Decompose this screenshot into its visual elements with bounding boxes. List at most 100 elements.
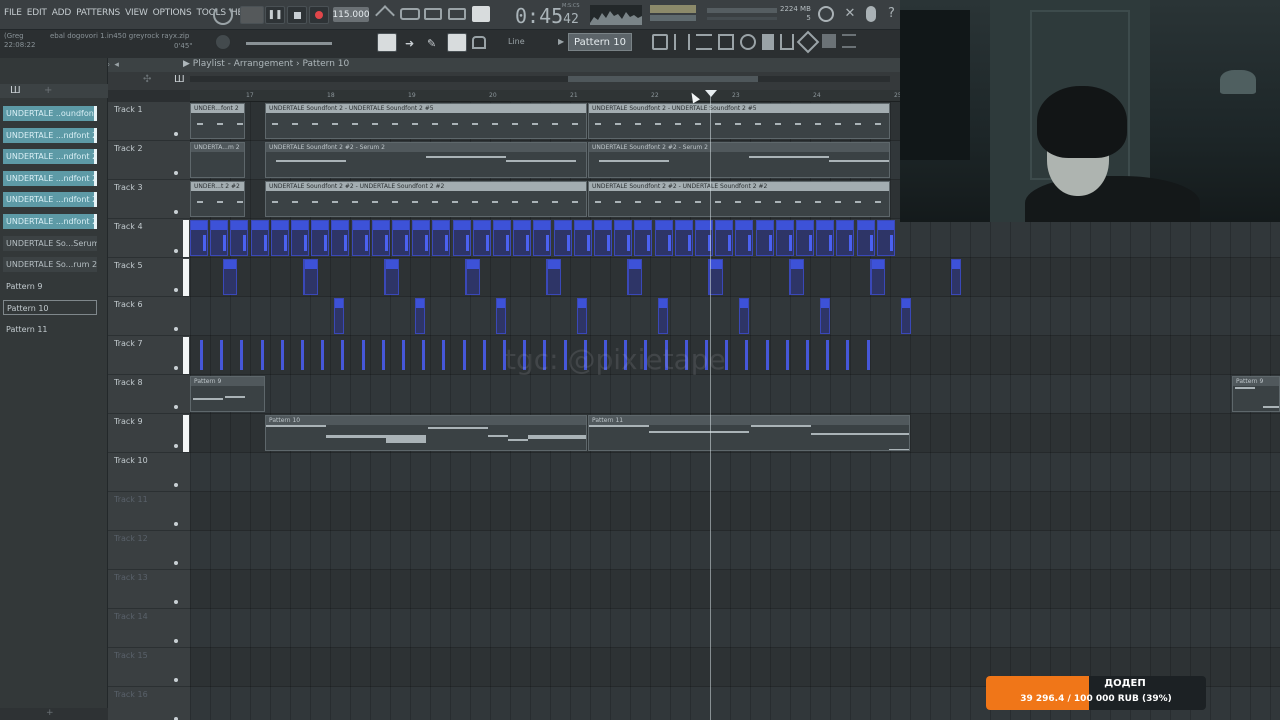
menu-view[interactable]: VIEW xyxy=(125,8,148,18)
drum-clip[interactable] xyxy=(392,220,410,256)
drum-clip[interactable] xyxy=(352,220,370,256)
drum-clip[interactable] xyxy=(496,298,506,334)
audio-clip[interactable]: UNDER...t 2 #2 xyxy=(190,181,245,217)
picker-item[interactable]: UNDERTALE So...rum 2 #2 xyxy=(3,257,97,273)
track-lane[interactable] xyxy=(190,531,1280,570)
drum-clip[interactable] xyxy=(877,220,895,256)
drum-clip[interactable] xyxy=(453,220,471,256)
drum-clip[interactable] xyxy=(836,220,854,256)
drum-clip[interactable] xyxy=(466,259,480,295)
scrollbar-thumb[interactable] xyxy=(568,76,758,82)
audio-clip[interactable]: UNDERTALE Soundfont 2 #2 - Serum 2 xyxy=(588,142,890,178)
drum-clip[interactable] xyxy=(385,259,399,295)
track-mute-toggle[interactable] xyxy=(174,132,178,136)
mixer-icon[interactable] xyxy=(674,34,690,50)
track-mute-toggle[interactable] xyxy=(174,522,178,526)
audio-clip[interactable]: UNDERTALE Soundfont 2 - UNDERTALE Soundf… xyxy=(588,103,890,139)
menu-add[interactable]: ADD xyxy=(52,8,72,18)
audio-clip[interactable]: UNDERTALE Soundfont 2 #2 - UNDERTALE Sou… xyxy=(588,181,890,217)
playlist-icon[interactable] xyxy=(696,34,712,50)
track-mute-toggle[interactable] xyxy=(174,639,178,643)
drum-clip[interactable] xyxy=(951,259,961,295)
drum-clip[interactable] xyxy=(334,298,344,334)
drum-clip[interactable] xyxy=(415,298,425,334)
drum-clip[interactable] xyxy=(372,220,390,256)
drum-clip[interactable] xyxy=(493,220,511,256)
track-mute-toggle[interactable] xyxy=(174,405,178,409)
picker-item[interactable]: Pattern 9 xyxy=(3,279,97,294)
drum-clip[interactable] xyxy=(735,220,753,256)
drum-clip[interactable] xyxy=(473,220,491,256)
master-knob[interactable] xyxy=(215,34,231,50)
track-lane[interactable] xyxy=(190,570,1280,609)
drum-clip[interactable] xyxy=(331,220,349,256)
picker-toggle-icon[interactable]: Ш xyxy=(10,85,21,96)
picker-item[interactable]: UNDERTALE ...ndfont 2 #3 xyxy=(3,192,97,208)
horizontal-scrollbar[interactable] xyxy=(190,76,890,82)
audio-clip[interactable]: UNDERTALE Soundfont 2 - UNDERTALE Soundf… xyxy=(265,103,587,139)
menu-options[interactable]: OPTIONS xyxy=(153,8,192,18)
pattern-clip[interactable]: Pattern 11 xyxy=(588,415,910,451)
track-lane[interactable] xyxy=(190,492,1280,531)
picker-item[interactable]: Pattern 11 xyxy=(3,322,97,337)
drum-clip[interactable] xyxy=(756,220,774,256)
pitch-slider[interactable] xyxy=(246,42,332,45)
drum-clip[interactable] xyxy=(547,259,561,295)
drum-clip[interactable] xyxy=(816,220,834,256)
master-volume[interactable] xyxy=(650,5,696,13)
pattern-clip[interactable]: Pattern 9 xyxy=(1232,376,1280,412)
drum-clip[interactable] xyxy=(251,220,269,256)
picker-item[interactable]: UNDERTALE ...ndfont 2 # xyxy=(3,214,97,229)
pattern-selector[interactable]: Pattern 10 xyxy=(568,33,632,51)
tempo-display[interactable]: 115.000 xyxy=(332,7,370,22)
drum-clip[interactable] xyxy=(628,259,642,295)
tools-icon[interactable]: ✕ xyxy=(842,6,858,22)
drum-clip[interactable] xyxy=(577,298,587,334)
drum-clip[interactable] xyxy=(901,298,911,334)
drum-clip[interactable] xyxy=(675,220,693,256)
plugin-icon[interactable] xyxy=(762,34,774,50)
playhead-marker[interactable] xyxy=(705,90,717,97)
drum-clip[interactable] xyxy=(210,220,228,256)
metronome-icon[interactable] xyxy=(375,5,395,25)
pause-button[interactable]: ❚❚ xyxy=(265,6,285,24)
drum-clip[interactable] xyxy=(412,220,430,256)
track-mute-toggle[interactable] xyxy=(174,678,178,682)
drum-clip[interactable] xyxy=(820,298,830,334)
pencil-icon[interactable]: ✎ xyxy=(427,37,436,50)
playlist-toggle-icon[interactable]: Ш xyxy=(174,74,185,85)
loop-record-icon[interactable] xyxy=(472,6,490,22)
pin-icon[interactable] xyxy=(822,34,836,48)
audio-clip[interactable]: UNDERTALE Soundfont 2 #2 - UNDERTALE Sou… xyxy=(265,181,587,217)
drum-clip[interactable] xyxy=(223,259,237,295)
drum-clip[interactable] xyxy=(655,220,673,256)
drum-clip[interactable] xyxy=(271,220,289,256)
eq-icon[interactable] xyxy=(718,34,734,50)
link-icon[interactable] xyxy=(447,33,467,52)
drum-clip[interactable] xyxy=(533,220,551,256)
audio-clip[interactable]: UNDERTALE Soundfont 2 #2 - Serum 2 xyxy=(265,142,587,178)
record-button[interactable] xyxy=(309,6,329,24)
snap-selector[interactable]: Line xyxy=(508,37,525,46)
track-mute-toggle[interactable] xyxy=(174,288,178,292)
countdown-icon[interactable] xyxy=(424,8,442,20)
picker-item[interactable]: UNDERTALE ...ndfont 2 #5 xyxy=(3,127,97,143)
picker-item[interactable]: UNDERTALE ...ndfont 2 #4 xyxy=(3,149,97,165)
drum-clip[interactable] xyxy=(574,220,592,256)
master-pitch[interactable] xyxy=(650,15,696,21)
drum-clip[interactable] xyxy=(554,220,572,256)
track-lane[interactable] xyxy=(190,453,1280,492)
speaker-icon[interactable]: ◂ xyxy=(114,60,119,70)
drum-clip[interactable] xyxy=(715,220,733,256)
track-mute-toggle[interactable] xyxy=(174,600,178,604)
track-mute-toggle[interactable] xyxy=(174,444,178,448)
drum-clip[interactable] xyxy=(311,220,329,256)
plug-icon[interactable] xyxy=(780,34,794,50)
channel-rack-icon[interactable] xyxy=(652,34,668,50)
help-icon[interactable]: ? xyxy=(888,6,900,22)
track-mute-toggle[interactable] xyxy=(174,366,178,370)
refresh-icon[interactable] xyxy=(818,6,834,22)
drum-clip[interactable] xyxy=(594,220,612,256)
track-lane[interactable] xyxy=(190,609,1280,648)
playlist-zoom-icon[interactable]: ✣ xyxy=(143,74,151,85)
